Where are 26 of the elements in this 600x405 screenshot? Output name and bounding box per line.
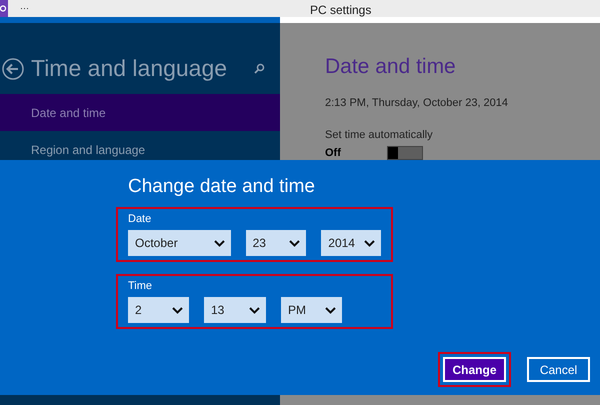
dropdown[interactable]: 23 [246,230,306,256]
dropdown[interactable]: 2 [128,297,189,323]
toggle-switch[interactable] [387,146,423,160]
sidebar-title: Time and language [31,57,228,80]
section-heading: Date and time [325,56,457,77]
chevron-down-icon [249,306,260,314]
chevron-down-icon [172,306,183,314]
dropdown[interactable]: October [128,230,231,256]
dropdown[interactable]: 2014 [321,230,381,256]
auto-time-label: Set time automatically [325,130,434,140]
chevron-down-icon [325,306,336,314]
dialog-title: Change date and time [128,177,316,196]
toggle-state: Off [325,146,342,160]
group-label: Time [128,281,154,292]
change-button[interactable]: Change [438,352,511,387]
dropdown[interactable]: 13 [204,297,266,323]
dropdown[interactable]: PM [281,297,342,323]
current-date-time: 2:13 PM, Thursday, October 23, 2014 [325,96,510,111]
chevron-down-icon [364,240,375,246]
search-icon[interactable] [254,63,265,74]
chevron-down-icon [214,240,225,246]
chevron-down-icon [289,240,300,246]
window-title: PC settings [310,2,372,19]
group-label: Date [128,214,152,225]
menu-glyph[interactable]: ··· [20,4,29,13]
sidebar-item[interactable]: Date and time [0,94,280,131]
